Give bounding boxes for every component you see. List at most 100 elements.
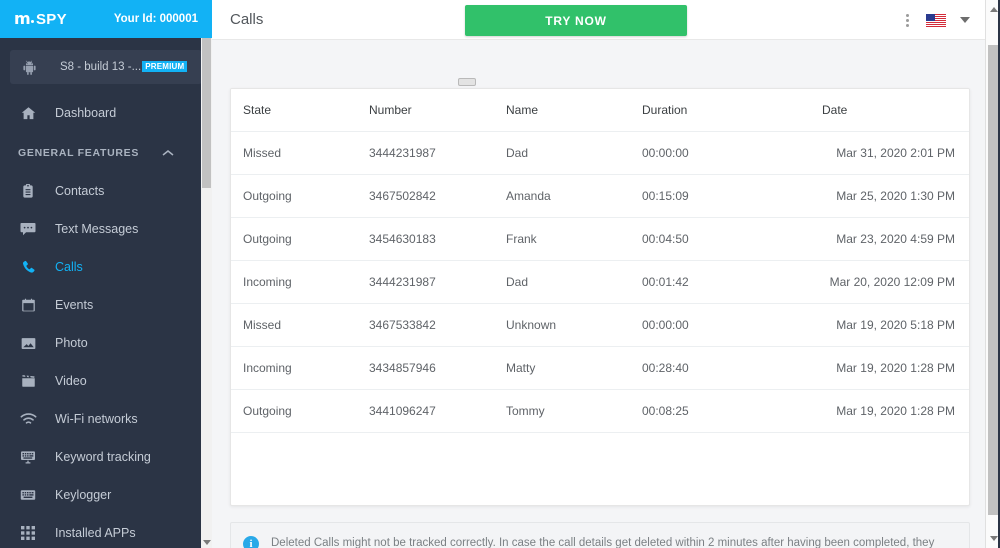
mspy-dashboard: m SPY Your Id: 000001 S8 - build 13 -... P… xyxy=(0,0,1000,548)
sidebar-item-label: Dashboard xyxy=(55,106,117,120)
brand-bar: m SPY Your Id: 000001 xyxy=(0,0,212,38)
cell-duration: 00:28:40 xyxy=(642,346,822,390)
keyboard-icon xyxy=(18,485,38,505)
main-area: Calls TRY NOW State Number Name Duration… xyxy=(212,0,1000,548)
table-row[interactable]: Missed 3444231987 Dad 00:00:00 Mar 31, 2… xyxy=(231,131,969,175)
sidebar-scroll-down-arrow[interactable] xyxy=(201,537,212,548)
phone-icon xyxy=(18,257,38,277)
sidebar-item-label: Keyword tracking xyxy=(55,450,151,464)
table-row[interactable]: Incoming 3434857946 Matty 00:28:40 Mar 1… xyxy=(231,346,969,390)
sidebar-item-events[interactable]: Events xyxy=(0,286,212,324)
chevron-down-icon[interactable] xyxy=(960,17,970,23)
cell-duration: 00:15:09 xyxy=(642,174,822,218)
table-row[interactable]: Outgoing 3441096247 Tommy 00:08:25 Mar 1… xyxy=(231,389,969,433)
sidebar-item-contacts[interactable]: Contacts xyxy=(0,172,212,210)
cell-state: Incoming xyxy=(231,346,369,390)
column-header-duration[interactable]: Duration xyxy=(642,89,822,132)
cell-state: Outgoing xyxy=(231,389,369,433)
cell-date: Mar 25, 2020 1:30 PM xyxy=(822,174,969,218)
cell-duration: 00:00:00 xyxy=(642,303,822,347)
cell-state: Outgoing xyxy=(231,217,369,261)
device-selector[interactable]: S8 - build 13 -... PREMIUM xyxy=(10,50,202,84)
sidebar-section-general-features[interactable]: GENERAL FEATURES xyxy=(0,136,212,170)
calls-table: State Number Name Duration Date Missed 3… xyxy=(231,89,969,433)
contacts-icon xyxy=(18,181,38,201)
sidebar-item-label: Contacts xyxy=(55,184,105,198)
cell-duration: 00:08:25 xyxy=(642,389,822,433)
sidebar-item-photo[interactable]: Photo xyxy=(0,324,212,362)
cell-date: Mar 19, 2020 5:18 PM xyxy=(822,303,969,347)
column-header-number[interactable]: Number xyxy=(369,89,506,132)
android-icon xyxy=(20,60,38,75)
cell-date: Mar 19, 2020 1:28 PM xyxy=(822,346,969,390)
logo-spy-text: SPY xyxy=(35,10,67,28)
sidebar-item-label: Photo xyxy=(55,336,88,350)
table-row[interactable]: Outgoing 3467502842 Amanda 00:15:09 Mar … xyxy=(231,174,969,218)
sidebar-scrollbar-thumb[interactable] xyxy=(202,38,211,188)
clipped-toolbar-button[interactable] xyxy=(458,78,476,86)
sidebar: m SPY Your Id: 000001 S8 - build 13 -... P… xyxy=(0,0,212,548)
cell-name: Frank xyxy=(506,217,642,261)
message-icon xyxy=(18,219,38,239)
cell-number: 3444231987 xyxy=(369,260,506,304)
logo-m-glyph: m xyxy=(14,8,31,28)
cell-date: Mar 23, 2020 4:59 PM xyxy=(822,217,969,261)
sidebar-item-dashboard[interactable]: Dashboard xyxy=(0,94,212,132)
cell-number: 3454630183 xyxy=(369,217,506,261)
cell-date: Mar 19, 2020 1:28 PM xyxy=(822,389,969,433)
sidebar-item-label: Video xyxy=(55,374,87,388)
sidebar-item-label: Keylogger xyxy=(55,488,112,502)
device-name: S8 - build 13 -... PREMIUM xyxy=(60,61,188,73)
notice-text: Deleted Calls might not be tracked corre… xyxy=(271,537,935,548)
info-icon: i xyxy=(243,536,259,548)
cell-date: Mar 20, 2020 12:09 PM xyxy=(822,260,969,304)
cell-duration: 00:04:50 xyxy=(642,217,822,261)
table-row[interactable]: Outgoing 3454630183 Frank 00:04:50 Mar 2… xyxy=(231,217,969,261)
cell-state: Missed xyxy=(231,131,369,175)
cell-state: Incoming xyxy=(231,260,369,304)
cell-name: Matty xyxy=(506,346,642,390)
wifi-icon xyxy=(18,409,38,429)
topbar: Calls TRY NOW xyxy=(212,0,1000,40)
sidebar-item-video[interactable]: Video xyxy=(0,362,212,400)
cell-date: Mar 31, 2020 2:01 PM xyxy=(822,131,969,175)
home-icon xyxy=(18,103,38,123)
page-title: Calls xyxy=(230,11,264,28)
sidebar-scrollbar[interactable] xyxy=(201,38,212,548)
table-header-row: State Number Name Duration Date xyxy=(231,89,969,132)
cell-duration: 00:01:42 xyxy=(642,260,822,304)
table-row[interactable]: Missed 3467533842 Unknown 00:00:00 Mar 1… xyxy=(231,303,969,347)
content-area: State Number Name Duration Date Missed 3… xyxy=(212,40,1000,548)
mspy-logo[interactable]: m SPY xyxy=(14,8,67,28)
column-header-date[interactable]: Date xyxy=(822,89,969,132)
sidebar-item-label: Events xyxy=(55,298,94,312)
sidebar-item-keylogger[interactable]: Keylogger xyxy=(0,476,212,514)
sidebar-section-label: GENERAL FEATURES xyxy=(18,147,140,159)
deleted-calls-notice: i Deleted Calls might not be tracked cor… xyxy=(230,522,970,548)
sidebar-item-text-messages[interactable]: Text Messages xyxy=(0,210,212,248)
more-vertical-icon[interactable] xyxy=(903,11,912,30)
sidebar-item-keyword-tracking[interactable]: Keyword tracking xyxy=(0,438,212,476)
us-flag-icon[interactable] xyxy=(926,13,946,27)
cell-duration: 00:00:00 xyxy=(642,131,822,175)
premium-badge: PREMIUM xyxy=(142,61,188,73)
sidebar-item-label: Text Messages xyxy=(55,222,139,236)
sidebar-item-wifi-networks[interactable]: Wi-Fi networks xyxy=(0,400,212,438)
column-header-state[interactable]: State xyxy=(231,89,369,132)
column-header-name[interactable]: Name xyxy=(506,89,642,132)
cell-state: Outgoing xyxy=(231,174,369,218)
try-now-button[interactable]: TRY NOW xyxy=(465,5,687,36)
cell-name: Tommy xyxy=(506,389,642,433)
cell-name: Amanda xyxy=(506,174,642,218)
cell-name: Dad xyxy=(506,131,642,175)
sidebar-nav: Dashboard GENERAL FEATURES Contacts Text… xyxy=(0,94,212,548)
cell-number: 3441096247 xyxy=(369,389,506,433)
calls-table-body: Missed 3444231987 Dad 00:00:00 Mar 31, 2… xyxy=(231,131,969,433)
photo-icon xyxy=(18,333,38,353)
cell-number: 3467502842 xyxy=(369,174,506,218)
sidebar-item-calls[interactable]: Calls xyxy=(0,248,212,286)
sidebar-item-label: Wi-Fi networks xyxy=(55,412,138,426)
grid-apps-icon xyxy=(18,523,38,543)
table-row[interactable]: Incoming 3444231987 Dad 00:01:42 Mar 20,… xyxy=(231,260,969,304)
sidebar-item-installed-apps[interactable]: Installed APPs xyxy=(0,514,212,548)
